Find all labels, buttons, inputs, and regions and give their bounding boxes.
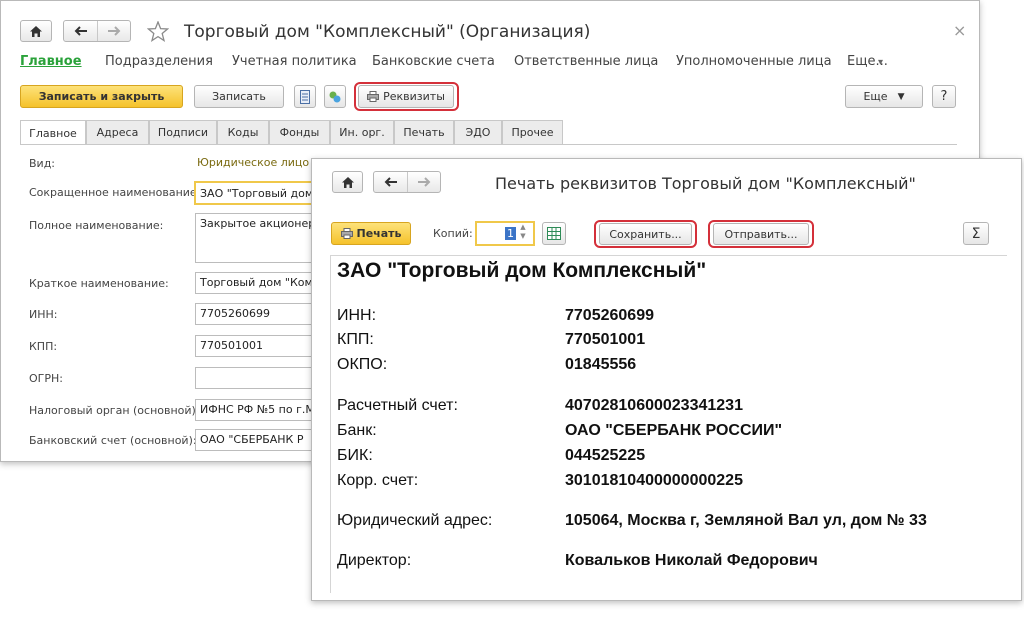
okpo-row-label: ОКПО: (337, 356, 388, 373)
window-title: Торговый дом "Комплексный" (Организация) (184, 22, 591, 42)
bank-row-label: Банк: (337, 422, 377, 439)
inn-row-label: ИНН: (337, 307, 377, 324)
forward-button[interactable] (98, 21, 130, 41)
star-icon[interactable] (147, 21, 169, 42)
account-row-value: 40702810600023341231 (565, 397, 743, 414)
arrow-left-icon (74, 26, 87, 36)
section-link-main[interactable]: Главное (20, 54, 82, 69)
corr-account-row-value: 30101810400000000225 (565, 472, 743, 489)
kpp-row-label: КПП: (337, 331, 374, 348)
chevron-down-icon: ▼ (897, 91, 905, 102)
help-button[interactable]: ? (932, 85, 956, 108)
tab-edo[interactable]: ЭДО (454, 120, 502, 144)
section-more-arrow-icon[interactable]: ▾ (878, 57, 883, 68)
kpp-row-value: 770501001 (565, 331, 646, 348)
corr-account-row-label: Корр. счет: (337, 472, 419, 489)
ogrn-label: ОГРН: (29, 372, 63, 385)
more-label: Еще (863, 90, 888, 103)
print-button[interactable]: Печать (331, 222, 411, 245)
more-actions-button[interactable]: Еще ▼ (845, 85, 923, 108)
director-row-value: Ковальков Николай Федорович (565, 552, 818, 569)
save-and-close-button[interactable]: Записать и закрыть (20, 85, 183, 108)
short-name-field[interactable]: ЗАО "Торговый дом " (194, 181, 324, 205)
report-sheet: ЗАО "Торговый дом Комплексный" ИНН: 7705… (330, 255, 1007, 593)
kpp-field[interactable]: 770501001 (195, 335, 325, 357)
table-grid-icon (547, 227, 561, 240)
tab-funds[interactable]: Фонды (269, 120, 330, 144)
print-back-button[interactable] (374, 172, 408, 192)
section-link-accounting-policy[interactable]: Учетная политика (232, 54, 357, 69)
director-row-label: Директор: (337, 552, 412, 569)
print-forward-button[interactable] (408, 172, 440, 192)
copies-label: Копий: (433, 227, 473, 240)
tab-signatures[interactable]: Подписи (149, 120, 217, 144)
inn-label: ИНН: (29, 308, 58, 321)
legal-address-row-value: 105064, Москва г, Земляной Вал ул, дом №… (565, 512, 927, 529)
print-home-button[interactable] (332, 171, 363, 193)
highlight-requisites (354, 82, 459, 111)
inn-row-value: 7705260699 (565, 307, 654, 324)
account-row-label: Расчетный счет: (337, 397, 458, 414)
ogrn-field[interactable] (195, 367, 325, 389)
section-link-subdivisions[interactable]: Подразделения (105, 54, 213, 69)
structure-icon (329, 91, 341, 102)
bank-row-value: ОАО "СБЕРБАНК РОССИИ" (565, 422, 783, 439)
home-icon (342, 177, 354, 188)
list-icon (300, 89, 310, 104)
tab-panel-border (20, 144, 957, 145)
report-heading: ЗАО "Торговый дом Комплексный" (337, 259, 707, 282)
close-icon[interactable]: × (953, 21, 966, 40)
copies-stepper[interactable]: ▲ ▼ (515, 223, 531, 244)
print-window: Печать реквизитов Торговый дом "Комплекс… (311, 158, 1022, 601)
tab-other[interactable]: Прочее (502, 120, 563, 144)
print-back-forward-group (373, 171, 441, 193)
document-list-button[interactable] (294, 85, 316, 108)
table-settings-button[interactable] (542, 222, 566, 245)
highlight-send (708, 220, 814, 248)
tab-main[interactable]: Главное (20, 120, 86, 145)
back-button[interactable] (64, 21, 98, 41)
home-button[interactable] (20, 20, 52, 42)
short-name-label: Сокращенное наименование: (29, 186, 201, 199)
section-link-responsible[interactable]: Ответственные лица (514, 54, 658, 69)
structure-button[interactable] (324, 85, 346, 108)
arrow-left-icon (384, 177, 397, 187)
bank-account-field[interactable]: ОАО "СБЕРБАНК Р (195, 429, 325, 451)
tab-foreign-org[interactable]: Ин. орг. (330, 120, 394, 144)
full-name-label: Полное наименование: (29, 219, 164, 232)
full-name-field[interactable]: Закрытое акционерн (195, 213, 325, 263)
tab-addresses[interactable]: Адреса (86, 120, 149, 144)
back-forward-group (63, 20, 131, 42)
print-window-title: Печать реквизитов Торговый дом "Комплекс… (495, 174, 916, 193)
okpo-row-value: 01845556 (565, 356, 637, 373)
legal-address-row-label: Юридический адрес: (337, 512, 493, 529)
tab-codes[interactable]: Коды (217, 120, 269, 144)
brief-name-field[interactable]: Торговый дом "Комп (195, 272, 325, 294)
section-link-bank-accounts[interactable]: Банковские счета (372, 54, 495, 69)
vid-label: Вид: (29, 157, 56, 170)
bik-row-value: 044525225 (565, 447, 646, 464)
vid-value[interactable]: Юридическое лицо (197, 156, 309, 169)
brief-name-label: Краткое наименование: (29, 277, 169, 290)
tax-office-field[interactable]: ИФНС РФ №5 по г.Мо (195, 399, 325, 421)
printer-icon (340, 228, 353, 239)
save-button[interactable]: Записать (194, 85, 284, 108)
print-label: Печать (356, 227, 402, 240)
kpp-label: КПП: (29, 340, 58, 353)
bik-row-label: БИК: (337, 447, 373, 464)
inn-field[interactable]: 7705260699 (195, 303, 325, 325)
arrow-right-icon (108, 26, 121, 36)
tab-print[interactable]: Печать (394, 120, 454, 144)
section-link-authorized[interactable]: Уполномоченные лица (676, 54, 832, 69)
highlight-save (594, 220, 697, 248)
sum-button[interactable]: Σ (963, 222, 989, 245)
arrow-right-icon (418, 177, 431, 187)
home-icon (30, 26, 42, 37)
bank-account-label: Банковский счет (основной): (29, 434, 197, 447)
tax-office-label: Налоговый орган (основной): (29, 404, 200, 417)
